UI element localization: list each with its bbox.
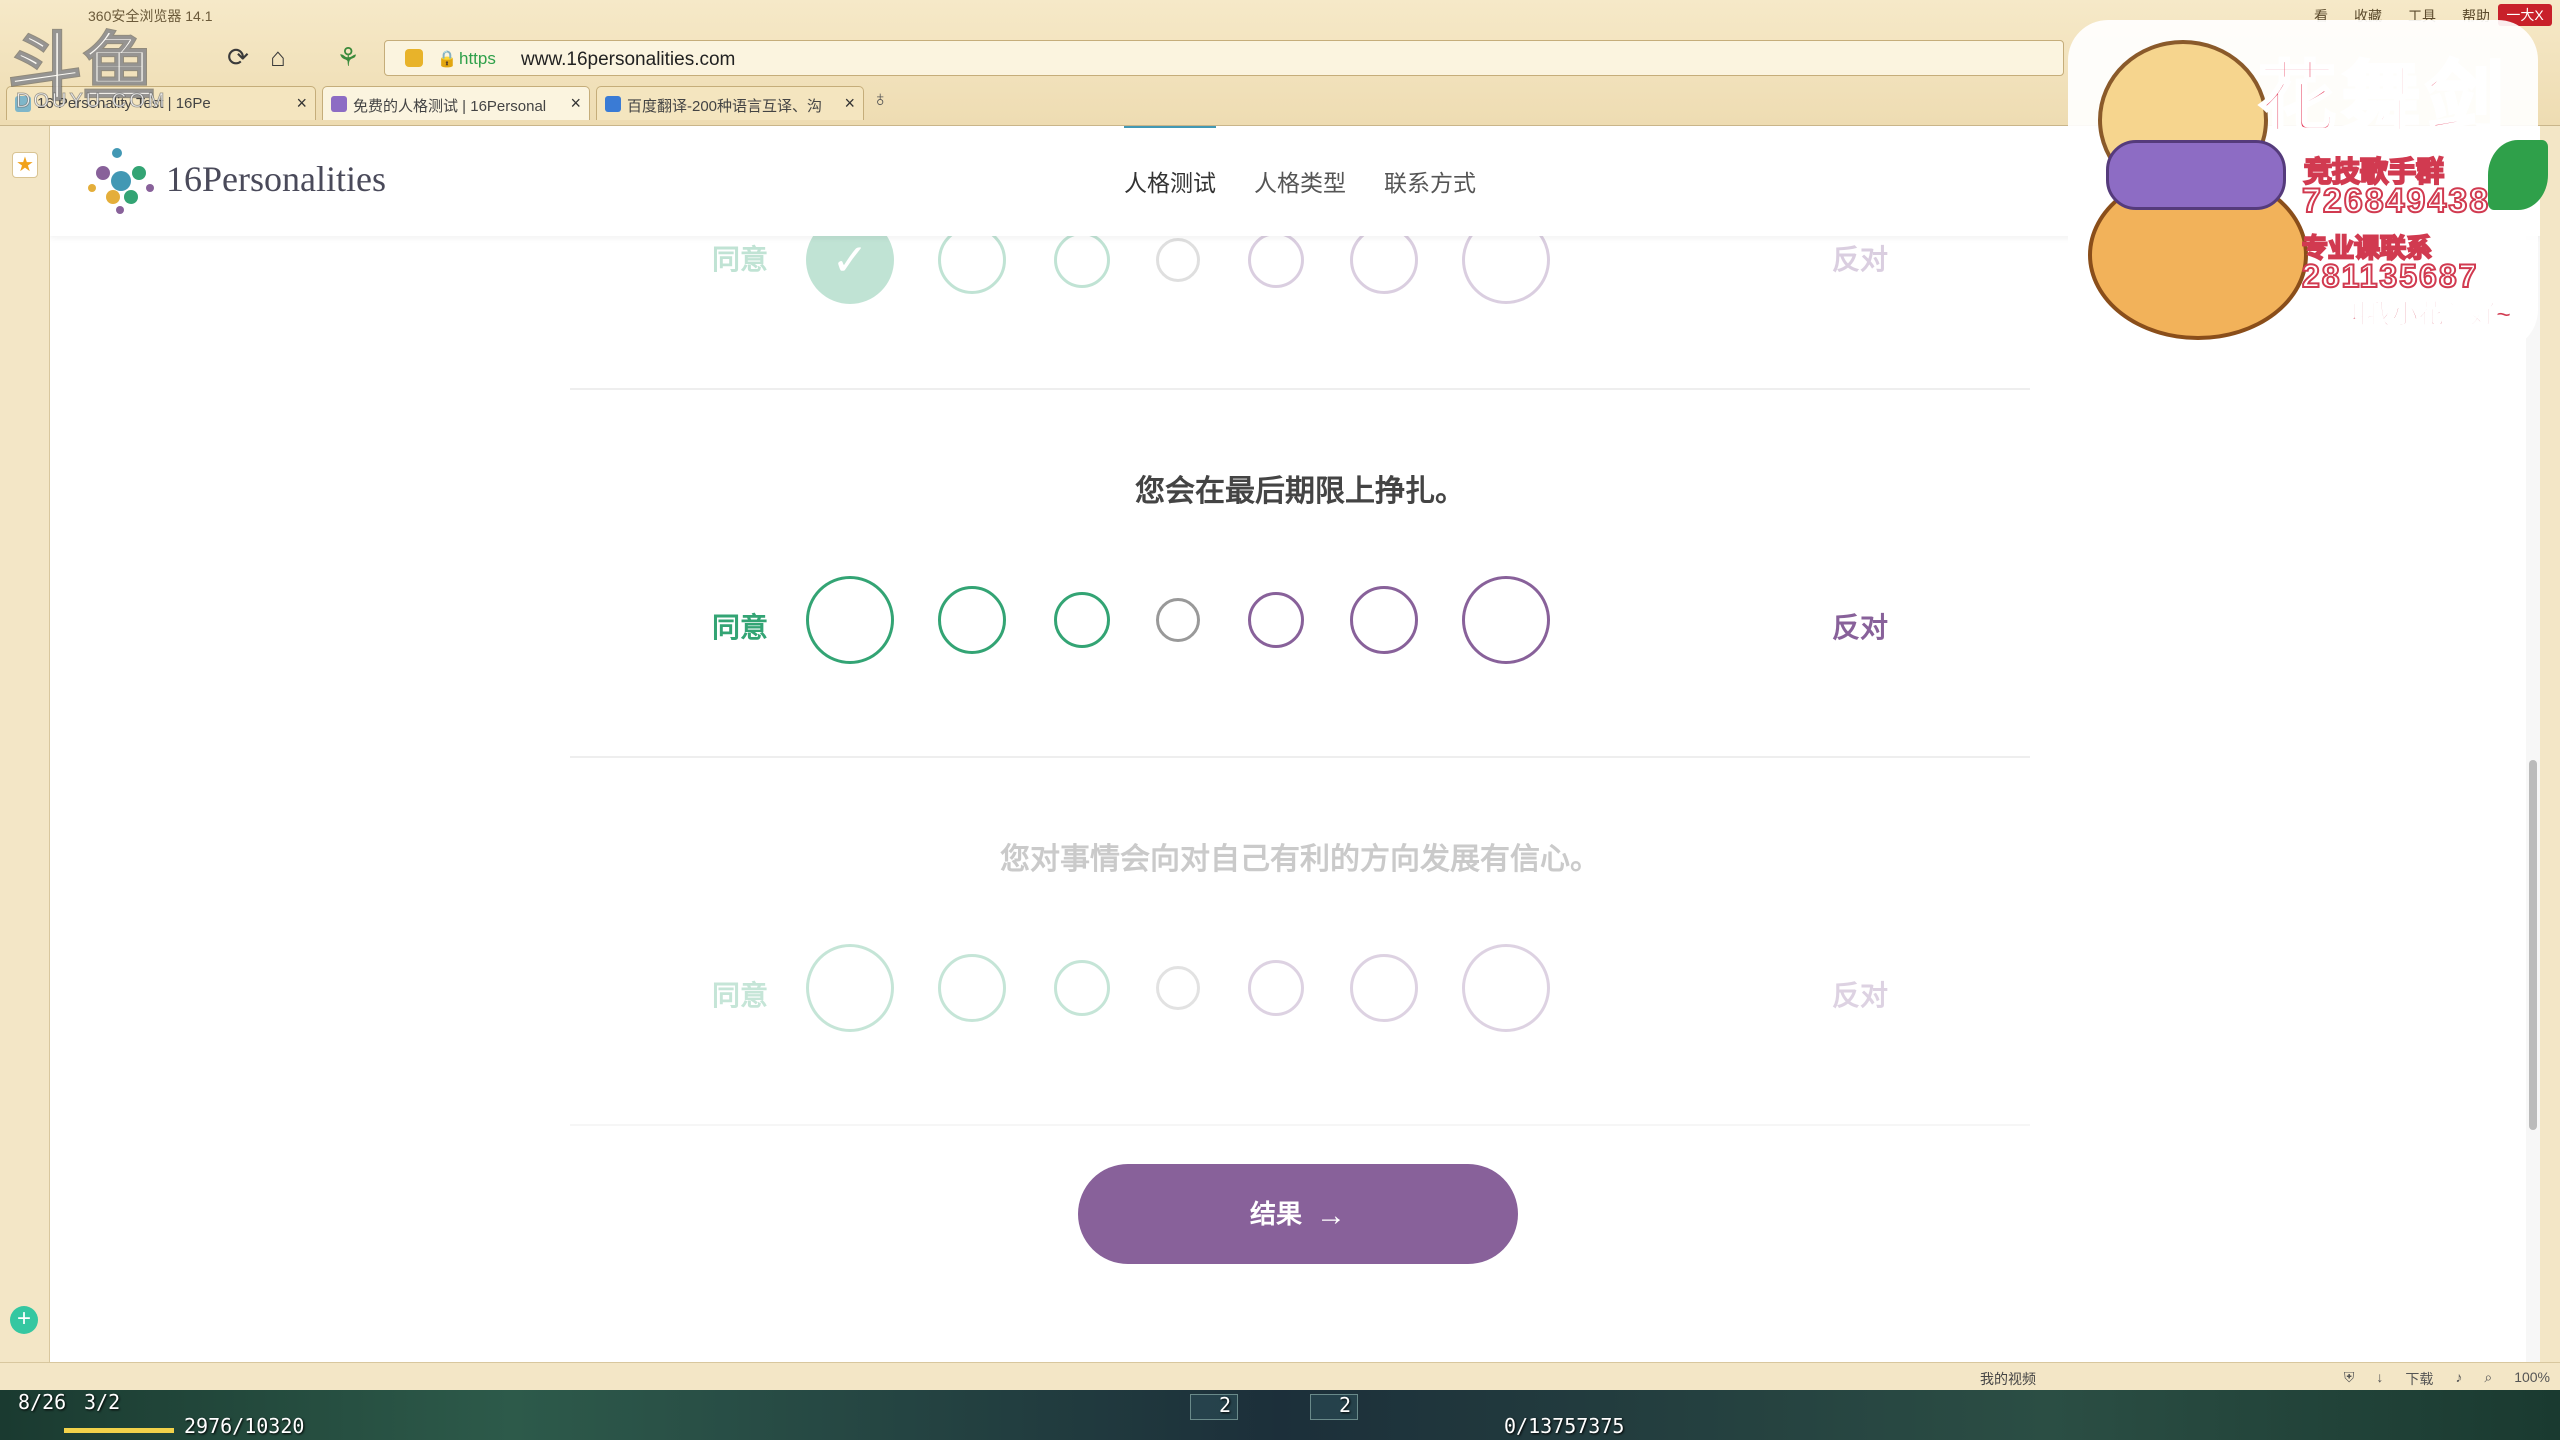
refresh-icon[interactable]: ⟳ xyxy=(220,40,256,76)
result-button[interactable]: 结果 → xyxy=(1078,1164,1518,1264)
douyu-logo-text: DOUYU.COM xyxy=(15,90,168,113)
new-tab-icon[interactable]: ♁ xyxy=(872,86,889,112)
hud-skill-slot[interactable]: 2 xyxy=(1310,1393,1358,1420)
scrollbar-thumb[interactable] xyxy=(2529,760,2537,1130)
option-disagree[interactable] xyxy=(1350,954,1418,1022)
tab-title: 百度翻译-200种语言互译、沟 xyxy=(627,98,823,115)
tab-free-personality-test[interactable]: 免费的人格测试 | 16Personal × xyxy=(322,86,590,120)
option-slightly-agree[interactable] xyxy=(1054,960,1110,1016)
hud-counter-left: 8/26 xyxy=(18,1390,67,1414)
16personalities-logo-icon[interactable] xyxy=(84,144,158,218)
hud-counter-second: 3/2 xyxy=(84,1390,121,1414)
close-icon[interactable]: × xyxy=(296,93,307,114)
option-slightly-disagree[interactable] xyxy=(1248,232,1304,288)
left-sidebar: ★ + xyxy=(0,126,50,1362)
disagree-label: 反对 xyxy=(1832,980,1889,1011)
sticker-line-contact-number: 281135687 xyxy=(2301,257,2479,295)
tab-baidu-translate[interactable]: 百度翻译-200种语言互译、沟 × xyxy=(596,86,864,120)
option-slightly-agree[interactable] xyxy=(1054,232,1110,288)
nav-contact[interactable]: 联系方式 xyxy=(1384,164,1476,198)
disagree-label: 反对 xyxy=(1832,612,1889,643)
agree-label: 同意 xyxy=(712,244,769,275)
option-slightly-disagree[interactable] xyxy=(1248,592,1304,648)
option-strongly-agree[interactable] xyxy=(806,576,894,664)
sticker-line-nickname: 叫我小花就好~ xyxy=(2339,299,2512,330)
arrow-right-icon: → xyxy=(1316,1199,1346,1232)
option-disagree[interactable] xyxy=(1350,226,1418,294)
divider xyxy=(570,388,2030,390)
close-icon[interactable]: × xyxy=(844,93,855,114)
option-slightly-agree[interactable] xyxy=(1054,592,1110,648)
brand-name[interactable]: 16Personalities xyxy=(166,158,386,200)
option-agree[interactable] xyxy=(938,586,1006,654)
option-strongly-disagree[interactable] xyxy=(1462,944,1550,1032)
question-text: 您对事情会向对自己有利的方向发展有信心。 xyxy=(1000,843,1600,876)
option-neutral[interactable] xyxy=(1156,238,1200,282)
hud-center-value: 0/13757375 xyxy=(1504,1414,1625,1438)
hud-exp-value: 2976/10320 xyxy=(184,1414,305,1438)
sticker-title: 花舞剑 xyxy=(2256,53,2511,144)
question-text: 您会在最后期限上挣扎。 xyxy=(1135,475,1465,508)
my-video-link[interactable]: 我的视频 xyxy=(1980,1369,2036,1389)
zoom-icon[interactable]: ⌕ xyxy=(2484,1369,2492,1389)
divider xyxy=(570,756,2030,758)
option-slightly-disagree[interactable] xyxy=(1248,960,1304,1016)
download-icon[interactable]: ↓ xyxy=(2376,1369,2383,1389)
nav-personality-types[interactable]: 人格类型 xyxy=(1254,164,1346,198)
download-label[interactable]: 下载 xyxy=(2405,1369,2433,1389)
douyu-watermark: 斗鱼 DOUYU.COM xyxy=(7,8,198,118)
agree-label: 同意 xyxy=(712,612,769,643)
address-https: https xyxy=(459,49,496,68)
status-icons: ⛨ ↓ 下载 ♪ ⌕ 100% xyxy=(2344,1369,2550,1389)
browser-status-bar: 我的视频 ⛨ ↓ 下载 ♪ ⌕ 100% xyxy=(0,1362,2560,1390)
lock-icon: 🔒 xyxy=(437,51,457,68)
game-hud: 8/26 3/2 2976/10320 2 2 0/13757375 xyxy=(0,1390,2560,1440)
tab-title: 免费的人格测试 | 16Personal xyxy=(353,98,547,115)
chibi-robe-illustration xyxy=(2106,140,2286,210)
question-active: 您会在最后期限上挣扎。 同意 反对 xyxy=(570,466,2030,816)
option-agree[interactable] xyxy=(938,954,1006,1022)
sound-icon[interactable]: ♪ xyxy=(2455,1369,2462,1389)
favorites-star-icon[interactable]: ★ xyxy=(12,152,38,178)
address-bar[interactable]: 🔒 https www.16personalities.com xyxy=(384,40,2064,76)
hud-skill-slot[interactable]: 2 xyxy=(1190,1393,1238,1420)
answer-scale: 同意 反对 xyxy=(570,576,2030,676)
question-upcoming: 您对事情会向对自己有利的方向发展有信心。 同意 反对 xyxy=(570,834,2030,1134)
hud-slot-count: 2 xyxy=(1219,1393,1232,1417)
option-strongly-agree[interactable] xyxy=(806,944,894,1032)
sticker-line-group-number: 726849438 xyxy=(2301,181,2491,221)
streamer-sticker: 花舞剑 竞技歌手群 726849438 专业课联系 281135687 叫我小花… xyxy=(2048,0,2554,360)
option-disagree[interactable] xyxy=(1350,586,1418,654)
option-neutral[interactable] xyxy=(1156,598,1200,642)
site-info-icon[interactable] xyxy=(405,49,423,67)
hud-slot-count: 2 xyxy=(1339,1393,1352,1417)
add-icon[interactable]: + xyxy=(10,1306,38,1334)
hud-exp-bar xyxy=(64,1428,174,1433)
shield-icon[interactable]: ⛨ xyxy=(2344,1369,2355,1389)
result-button-label: 结果 xyxy=(1249,1199,1302,1229)
nav-personality-test[interactable]: 人格测试 xyxy=(1124,126,1216,198)
site-nav: 人格测试 人格类型 联系方式 xyxy=(1124,126,1476,198)
bamboo-icon[interactable]: ⚘ xyxy=(330,40,366,76)
zoom-level[interactable]: 100% xyxy=(2514,1369,2550,1389)
option-agree[interactable] xyxy=(938,226,1006,294)
close-icon[interactable]: × xyxy=(570,93,581,114)
tab-favicon-icon xyxy=(605,96,621,112)
address-url[interactable]: www.16personalities.com xyxy=(521,49,735,71)
divider xyxy=(570,1124,2030,1126)
option-neutral[interactable] xyxy=(1156,966,1200,1010)
disagree-label: 反对 xyxy=(1832,244,1889,275)
agree-label: 同意 xyxy=(712,980,769,1011)
home-icon[interactable]: ⌂ xyxy=(260,40,296,76)
tab-favicon-icon xyxy=(331,96,347,112)
leaf-decoration xyxy=(2488,140,2548,210)
option-strongly-disagree[interactable] xyxy=(1462,576,1550,664)
answer-scale: 同意 反对 xyxy=(570,944,2030,1044)
